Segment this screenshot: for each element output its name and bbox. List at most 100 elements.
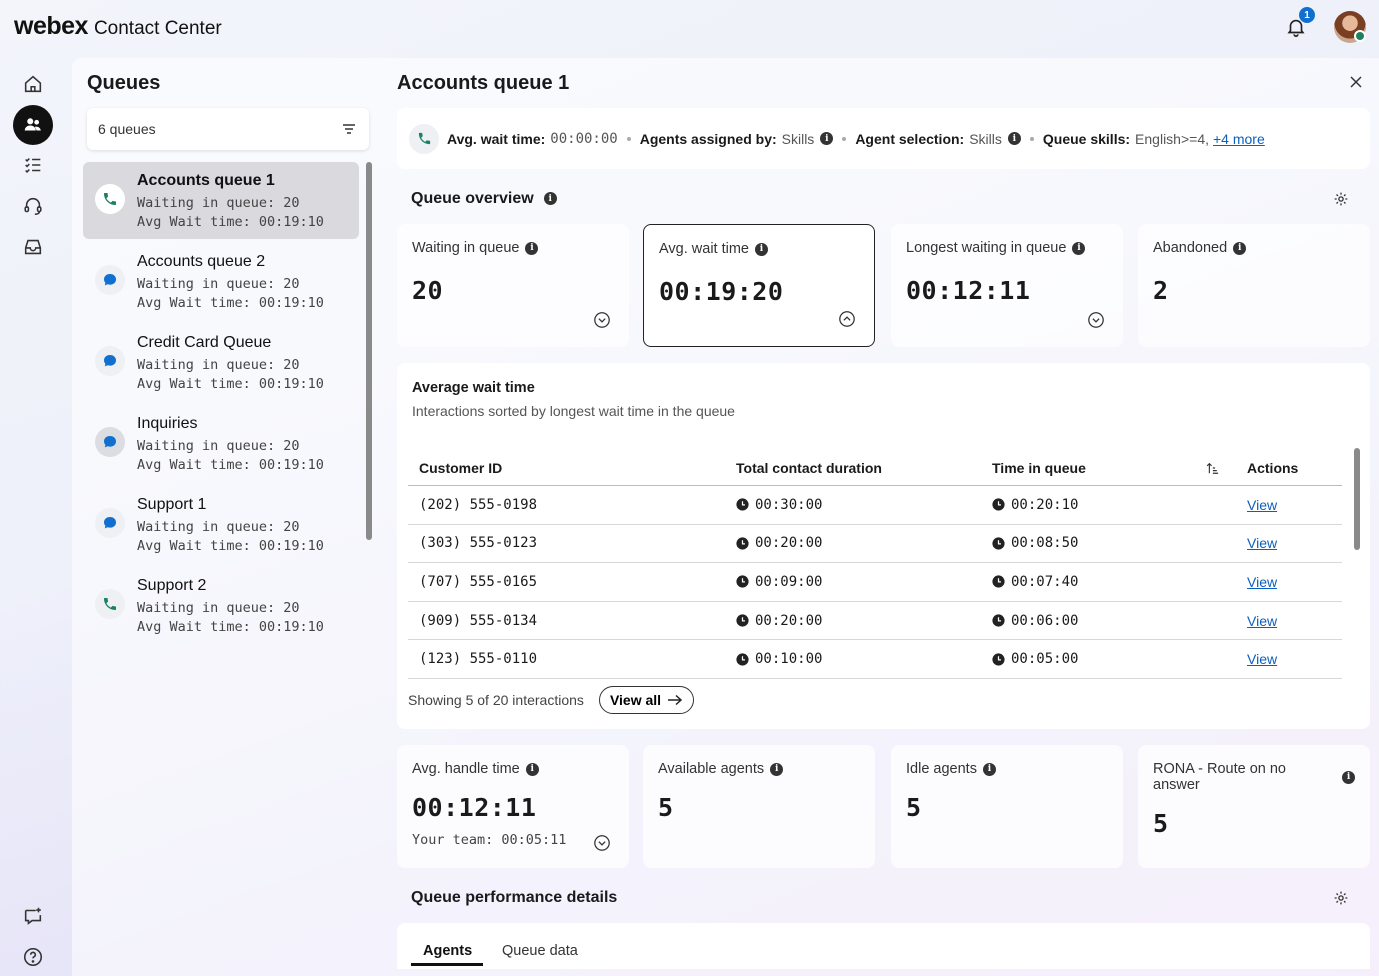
queue-item[interactable]: Support 1 Waiting in queue: 20 Avg Wait … [83,486,359,563]
nav-home[interactable] [13,64,53,104]
queue-name: Accounts queue 1 [137,172,275,189]
queue-item[interactable]: Inquiries Waiting in queue: 20 Avg Wait … [83,405,359,482]
stat-card-longest-waiting[interactable]: Longest waiting in queue i 00:12:11 [891,224,1123,347]
view-link[interactable]: View [1247,651,1277,667]
stat-card-avg-wait[interactable]: Avg. wait time i 00:19:20 [643,224,875,347]
info-icon[interactable]: i [820,132,834,145]
info-icon[interactable]: i [770,762,784,776]
queue-filter-box[interactable]: 6 queues [87,108,369,150]
info-icon[interactable]: i [525,241,539,255]
chevron-down-icon[interactable] [1087,311,1105,329]
nav-headset[interactable] [13,186,53,226]
showing-count: Showing 5 of 20 interactions [408,692,584,708]
queue-skills-value: English>=4, [1135,130,1209,147]
duration-value: 00:20:00 [755,612,823,629]
nav-feedback[interactable] [13,896,53,936]
stat-label: Avg. wait time [659,241,749,257]
stat-label: RONA - Route on no answer [1153,761,1286,793]
queue-list: Accounts queue 1 Waiting in queue: 20 Av… [83,162,359,648]
view-link[interactable]: View [1247,574,1277,590]
view-all-button[interactable]: View all [599,686,694,714]
product-name: Contact Center [93,18,222,39]
info-icon[interactable]: i [1007,132,1021,145]
stat-value: 00:19:20 [659,277,784,306]
stat-card-avg-handle[interactable]: Avg. handle time i 00:12:11 Your team: 00… [397,745,629,868]
separator-dot [1029,136,1034,141]
table-row: (707) 555-0165 00:09:00 00:07:40 View [408,563,1342,602]
stat-card-available-agents[interactable]: Available agents i 5 [643,745,875,868]
separator-dot [842,136,847,141]
time-in-queue: 00:08:50 [992,525,1078,563]
queue-avg-wait: Avg Wait time: 00:19:10 [137,619,324,635]
nav-help[interactable] [13,937,53,976]
queue-name: Inquiries [137,415,198,432]
stat-card-waiting[interactable]: Waiting in queue i 20 [397,224,629,347]
stat-card-rona[interactable]: RONA - Route on no answer i 5 [1138,745,1370,868]
info-icon[interactable]: i [525,762,539,776]
table-scrollbar[interactable] [1354,448,1360,550]
tab-agents[interactable]: Agents [423,943,472,959]
stat-card-abandoned[interactable]: Abandoned i 2 [1138,224,1370,347]
queue-item[interactable]: Accounts queue 1 Waiting in queue: 20 Av… [83,162,359,239]
queue-waiting: Waiting in queue: 20 [137,519,300,535]
duration-value: 00:10:00 [755,651,823,668]
queue-waiting: Waiting in queue: 20 [137,600,300,616]
clock-icon [992,575,1005,589]
separator-dot [626,136,631,141]
sort-icon[interactable] [1205,461,1219,475]
queue-item[interactable]: Credit Card Queue Waiting in queue: 20 A… [83,324,359,401]
col-time-in-queue[interactable]: Time in queue [992,451,1086,485]
agent-selection-label: Agent selection: [855,130,965,147]
chat-icon [95,346,125,376]
stat-label: Longest waiting in queue [906,240,1067,256]
view-link[interactable]: View [1247,497,1277,513]
close-icon[interactable] [1348,74,1364,90]
clock-icon [992,614,1005,627]
gear-icon[interactable] [1333,890,1349,906]
queues-icon [24,118,41,131]
queue-skills-label: Queue skills: [1042,130,1131,147]
tab-queue-data[interactable]: Queue data [502,943,578,959]
chevron-down-icon[interactable] [593,311,611,329]
view-link[interactable]: View [1247,535,1277,551]
home-icon [24,75,42,93]
view-link[interactable]: View [1247,613,1277,629]
queue-time-value: 00:07:40 [1011,573,1079,590]
nav-inbox[interactable] [13,227,53,267]
chevron-up-icon[interactable] [838,310,856,328]
nav-tasks[interactable] [13,145,53,185]
table-row: (909) 555-0134 00:20:00 00:06:00 View [408,602,1342,641]
help-icon [23,947,43,967]
table-title: Average wait time [412,380,535,396]
queue-name: Support 1 [137,496,207,513]
feedback-icon [24,907,42,925]
queue-item[interactable]: Support 2 Waiting in queue: 20 Avg Wait … [83,567,359,644]
info-icon[interactable]: i [755,242,768,256]
total-duration: 00:20:00 [736,602,822,640]
queue-time-value: 00:05:00 [1011,651,1079,668]
queue-info-bar: Avg. wait time: 00:00:00 Agents assigned… [397,108,1370,169]
stat-value: 00:12:11 [412,793,537,822]
view-all-label: View all [609,692,662,708]
performance-title: Queue performance details [411,889,618,906]
avg-wait-table-card: Average wait time Interactions sorted by… [397,363,1370,729]
stat-card-idle-agents[interactable]: Idle agents i 5 [891,745,1123,868]
customer-id: (202) 555-0198 [419,496,538,513]
filter-icon[interactable] [341,121,357,137]
info-icon[interactable]: i [543,192,557,206]
info-icon[interactable]: i [982,762,996,776]
customer-id: (303) 555-0123 [419,535,538,552]
nav-queues[interactable] [13,105,53,145]
info-icon[interactable]: i [1233,241,1247,255]
more-skills-link[interactable]: +4 more [1213,131,1265,147]
chevron-down-icon[interactable] [593,834,611,852]
info-icon[interactable]: i [1072,241,1086,255]
queue-waiting: Waiting in queue: 20 [137,195,300,211]
assigned-by-label: Agents assigned by: [639,130,777,147]
gear-icon[interactable] [1333,191,1349,207]
queue-list-scrollbar[interactable] [366,162,372,540]
table-header-row: Customer ID Total contact duration Time … [408,451,1342,486]
queue-name: Credit Card Queue [137,334,272,351]
info-icon[interactable]: i [1342,770,1355,784]
queue-item[interactable]: Accounts queue 2 Waiting in queue: 20 Av… [83,243,359,320]
